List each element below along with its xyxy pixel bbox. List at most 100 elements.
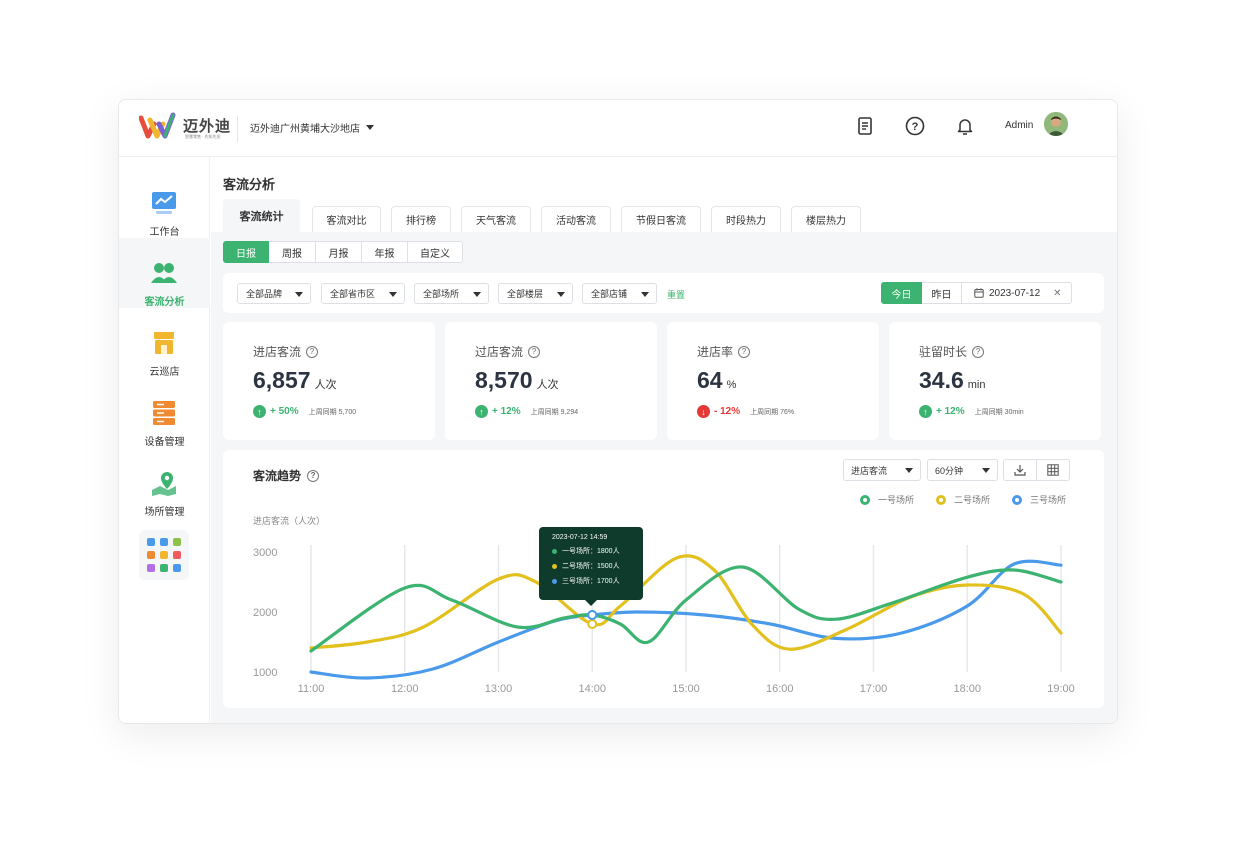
period-weekly[interactable]: 周报 (269, 241, 316, 263)
legend-label: 二号场所 (954, 495, 991, 505)
apps-grid-button[interactable] (139, 530, 189, 580)
date-value: 2023-07-12 (989, 287, 1041, 299)
legend-label: 三号场所 (1030, 495, 1067, 505)
tooltip-row: 一号场所：1800人 (552, 546, 643, 556)
filter-bar: 全部品牌 全部省市区 全部场所 全部楼层 全部店铺 重置 今日 昨日 2023-… (223, 273, 1104, 313)
kpi-title-text: 进店率 (697, 345, 734, 359)
kpi-card-dwell-time: 驻留时长? 34.6 min ↑ + 12% 上周同期 30min (889, 322, 1101, 440)
kpi-change: ↑ + 12% 上周同期 30min (919, 405, 1024, 418)
kpi-title-text: 驻留时长 (919, 345, 968, 359)
legend-ring-icon (860, 494, 870, 505)
legend-item-series-3[interactable]: 三号场所 (1012, 493, 1066, 506)
kpi-change-value: + 12% (492, 406, 521, 417)
legend-item-series-1[interactable]: 一号场所 (860, 493, 914, 506)
period-daily[interactable]: 日报 (223, 241, 269, 263)
kpi-value-number: 64 (697, 367, 723, 393)
brand-logo[interactable]: 迈外迪 智慧零售 · 先知先觉 (138, 112, 234, 144)
traffic-trend-panel: 11:00 12:00 13:00 14:00 15:00 16:00 17:00 18:00… (223, 450, 1104, 708)
interval-select[interactable]: 60分钟 (927, 459, 998, 481)
period-yearly[interactable]: 年报 (362, 241, 408, 263)
floor-select[interactable]: 全部楼层 (498, 283, 573, 304)
interval-select-value: 60分钟 (935, 465, 964, 476)
top-header: 迈外迪 智慧零售 · 先知先觉 迈外迪广州黄埔大沙地店 ? Admin (119, 100, 1117, 157)
sidebar-item-traffic-analysis[interactable]: 客流分析 (119, 238, 210, 308)
caret-down-icon (295, 292, 303, 297)
yesterday-button[interactable]: 昨日 (922, 282, 962, 304)
avatar[interactable] (1044, 112, 1068, 136)
dot-icon (552, 563, 557, 569)
store-name: 迈外迪广州黄埔大沙地店 (250, 124, 360, 135)
question-icon[interactable]: ? (307, 469, 320, 482)
brand-select[interactable]: 全部品牌 (237, 283, 311, 304)
kpi-change-value: + 50% (270, 406, 299, 417)
date-picker[interactable]: 2023-07-12 ✕ (962, 282, 1072, 304)
svg-text:?: ? (912, 121, 919, 133)
arrow-up-icon: ↑ (253, 405, 266, 418)
kpi-value-number: 8,570 (475, 367, 533, 393)
page-header: 客流分析 客流统计 客流对比 排行榜 天气客流 活动客流 节假日客流 时段热力 … (211, 157, 1117, 232)
kpi-change-value: - 12% (714, 406, 741, 417)
legend-item-series-2[interactable]: 二号场所 (936, 493, 990, 506)
bell-icon[interactable] (954, 115, 976, 137)
sidebar-item-device-management[interactable]: 设备管理 (119, 378, 210, 448)
admin-name[interactable]: Admin (1005, 120, 1033, 131)
today-button[interactable]: 今日 (881, 282, 922, 304)
kpi-title-text: 过店客流 (475, 345, 524, 359)
sidebar-item-label: 设备管理 (144, 437, 185, 448)
report-icon[interactable] (854, 115, 876, 137)
question-icon[interactable]: ? (738, 345, 751, 358)
period-monthly[interactable]: 月报 (316, 241, 362, 263)
download-button[interactable] (1003, 459, 1037, 481)
help-icon[interactable]: ? (904, 115, 926, 137)
kpi-value-number: 34.6 (919, 367, 964, 393)
x-tick-label: 11:00 (298, 683, 325, 695)
arrow-up-icon: ↑ (919, 405, 932, 418)
tab-ranking[interactable]: 排行榜 (391, 206, 451, 232)
y-tick-label: 2000 (253, 607, 277, 619)
apps-dot (147, 538, 155, 546)
people-icon (151, 263, 177, 283)
metric-select[interactable]: 进店客流 (843, 459, 921, 481)
venue-select[interactable]: 全部场所 (414, 283, 489, 304)
shop-select[interactable]: 全部店铺 (582, 283, 657, 304)
calendar-icon (974, 288, 984, 298)
apps-dot (160, 538, 168, 546)
trend-chart[interactable]: 11:00 12:00 13:00 14:00 15:00 16:00 17:00 18:00… (223, 450, 1104, 708)
tab-event-traffic[interactable]: 活动客流 (541, 206, 611, 232)
kpi-title-text: 进店客流 (253, 345, 302, 359)
kpi-compare: 上周同期 30min (974, 408, 1024, 416)
period-custom[interactable]: 自定义 (408, 241, 463, 263)
y-tick-label: 3000 (253, 547, 277, 559)
sidebar-item-venue-management[interactable]: 场所管理 (119, 448, 210, 518)
chart-tooltip: 2023-07-12 14:59 一号场所：1800人 二号场所：1500人 三… (539, 527, 643, 606)
chart-title: 客流趋势? (253, 467, 320, 484)
clear-icon[interactable]: ✕ (1053, 288, 1061, 299)
question-icon[interactable]: ? (306, 345, 319, 358)
tooltip-row-text: 二号场所：1500人 (562, 563, 620, 570)
question-icon[interactable]: ? (972, 345, 985, 358)
y-tick-label: 1000 (253, 667, 277, 679)
caret-down-icon (473, 292, 481, 297)
tab-floor-heatmap[interactable]: 楼层热力 (791, 206, 861, 232)
apps-dot (147, 551, 155, 559)
sidebar-item-workbench[interactable]: 工作台 (119, 168, 210, 238)
kpi-compare: 上周同期 9,294 (530, 408, 579, 416)
table-view-button[interactable] (1036, 459, 1070, 481)
reset-link[interactable]: 重置 (667, 288, 685, 301)
dot-icon (552, 548, 557, 554)
tab-weather-traffic[interactable]: 天气客流 (461, 206, 531, 232)
caret-down-icon (641, 292, 649, 297)
tab-holiday-traffic[interactable]: 节假日客流 (621, 206, 701, 232)
tab-traffic-compare[interactable]: 客流对比 (312, 206, 381, 232)
kpi-unit: min (967, 379, 986, 391)
tab-traffic-stats[interactable]: 客流统计 (223, 199, 300, 232)
region-select[interactable]: 全部省市区 (321, 283, 405, 304)
store-selector[interactable]: 迈外迪广州黄埔大沙地店 (250, 120, 374, 135)
sidebar-item-cloud-patrol[interactable]: 云巡店 (119, 308, 210, 378)
legend-ring-icon (1012, 494, 1022, 505)
question-icon[interactable]: ? (528, 345, 541, 358)
tab-time-heatmap[interactable]: 时段热力 (711, 206, 781, 232)
apps-dot (173, 551, 181, 559)
metric-select-value: 进店客流 (851, 465, 888, 476)
y-axis-label: 进店客流（人次） (253, 516, 326, 526)
